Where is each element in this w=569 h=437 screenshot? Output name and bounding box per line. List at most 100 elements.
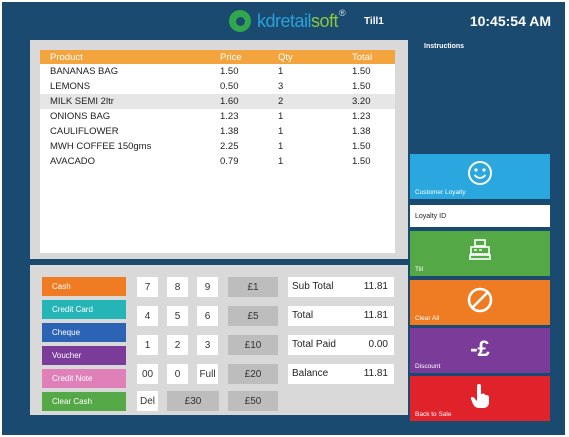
total-value: 11.81 [363, 310, 388, 321]
logo: kdretailsoft ® [229, 8, 346, 32]
clear-cash-button[interactable]: Clear Cash [42, 392, 126, 411]
key-1[interactable]: 1 [137, 335, 158, 355]
till-name: Till1 [364, 16, 384, 27]
minus-pound-icon: -£ [470, 336, 490, 361]
row-price: 1.60 [220, 94, 278, 109]
no-entry-icon [467, 287, 493, 313]
row-product: CAULIFLOWER [50, 126, 119, 137]
hand-pointer-icon [470, 384, 489, 408]
subtotal-label: Sub Total [292, 281, 334, 292]
row-product: AVACADO [50, 156, 96, 167]
receipt-row[interactable]: MWH COFFEE 150gms 2.25 1 1.50 [40, 139, 395, 154]
row-total: 3.20 [352, 94, 395, 109]
key-6[interactable]: 6 [197, 306, 218, 326]
col-product: Product [40, 50, 220, 64]
key-8[interactable]: 8 [167, 277, 188, 297]
key-00[interactable]: 00 [137, 364, 158, 384]
credit-note-button[interactable]: Credit Note [42, 369, 126, 388]
till-button[interactable]: Till [410, 231, 550, 276]
row-total: 1.50 [352, 156, 371, 167]
receipt-row[interactable]: BANANAS BAG 1.50 1 1.50 [40, 64, 395, 79]
row-product: LEMONS [50, 81, 91, 92]
row-product: MILK SEMI 2ltr [40, 94, 220, 109]
clock: 10:45:54 AM [469, 13, 551, 29]
col-qty: Qty [278, 50, 352, 64]
cash-button[interactable]: Cash [42, 277, 126, 296]
receipt-row[interactable]: CAULIFLOWER 1.38 1 1.38 [40, 124, 395, 139]
total-paid-value: 0.00 [368, 339, 388, 350]
logo-text: kdretailsoft [257, 10, 339, 31]
note-5-button[interactable]: £5 [228, 306, 278, 326]
key-3[interactable]: 3 [197, 335, 218, 355]
note-20-button[interactable]: £20 [228, 364, 278, 384]
clear-all-label: Clear All [415, 315, 440, 322]
receipt-header: Product Price Qty Total [40, 50, 395, 64]
row-qty: 1 [278, 156, 284, 167]
row-product: MWH COFFEE 150gms [50, 141, 152, 152]
key-del[interactable]: Del [137, 391, 158, 411]
row-qty: 1 [278, 111, 284, 122]
key-7[interactable]: 7 [137, 277, 158, 297]
receipt-row[interactable]: LEMONS 0.50 3 1.50 [40, 79, 395, 94]
key-0[interactable]: 0 [167, 364, 188, 384]
discount-button[interactable]: -£ Discount [410, 328, 550, 373]
back-to-sale-label: Back to Sale [415, 411, 452, 418]
balance-value: 11.81 [363, 368, 388, 379]
pos-window: kdretailsoft ® Till1 10:45:54 AM Product… [2, 2, 565, 435]
row-qty: 1 [278, 141, 284, 152]
key-5[interactable]: 5 [167, 306, 188, 326]
balance-row: Balance 11.81 [288, 364, 394, 384]
row-total: 1.23 [352, 111, 371, 122]
total-paid-label: Total Paid [292, 339, 336, 350]
note-10-button[interactable]: £10 [228, 335, 278, 355]
registered-mark: ® [339, 8, 346, 18]
row-qty: 2 [278, 94, 352, 109]
key-2[interactable]: 2 [167, 335, 188, 355]
row-product: ONIONS BAG [50, 111, 111, 122]
receipt-row[interactable]: ONIONS BAG 1.23 1 1.23 [40, 109, 395, 124]
key-9[interactable]: 9 [197, 277, 218, 297]
row-total: 1.50 [352, 81, 371, 92]
total-label: Total [292, 310, 314, 321]
total-paid-row: Total Paid 0.00 [288, 335, 394, 355]
instructions-label: Instructions [424, 43, 465, 50]
credit-card-button[interactable]: Credit Card [42, 300, 126, 319]
subtotal-value: 11.81 [363, 281, 388, 292]
key-full[interactable]: Full [197, 364, 218, 384]
row-total: 1.50 [352, 66, 371, 77]
note-30-button[interactable]: £30 [167, 391, 219, 411]
receipt-row-selected[interactable]: MILK SEMI 2ltr 1.60 2 3.20 [40, 94, 395, 109]
payment-panel: Cash Credit Card Cheque Voucher Credit N… [30, 265, 408, 415]
note-1-button[interactable]: £1 [228, 277, 278, 297]
back-to-sale-button[interactable]: Back to Sale [410, 376, 550, 421]
receipt-row[interactable]: AVACADO 0.79 1 1.50 [40, 154, 395, 169]
row-total: 1.38 [352, 126, 371, 137]
till-label: Till [415, 266, 424, 273]
key-4[interactable]: 4 [137, 306, 158, 326]
clear-all-button[interactable]: Clear All [410, 280, 550, 325]
balance-label: Balance [292, 368, 329, 379]
row-price: 2.25 [220, 141, 239, 152]
row-total: 1.50 [352, 141, 371, 152]
row-price: 0.79 [220, 156, 239, 167]
col-total: Total [352, 50, 395, 64]
row-product: BANANAS BAG [50, 66, 119, 77]
customer-loyalty-button[interactable]: Customer Loyalty [410, 154, 550, 199]
cheque-button[interactable]: Cheque [42, 323, 126, 342]
receipt-table: Product Price Qty Total BANANAS BAG 1.50… [40, 50, 395, 169]
receipt-list[interactable]: Product Price Qty Total BANANAS BAG 1.50… [40, 50, 395, 253]
cash-register-icon [469, 239, 491, 260]
col-price: Price [220, 50, 278, 64]
row-price: 1.23 [220, 111, 239, 122]
smiley-icon [468, 161, 492, 185]
row-price: 0.50 [220, 81, 239, 92]
row-price: 1.50 [220, 66, 239, 77]
customer-loyalty-label: Customer Loyalty [415, 189, 466, 196]
loyalty-id-field[interactable]: Loyalty ID [410, 205, 550, 227]
subtotal-row: Sub Total 11.81 [288, 277, 394, 297]
logo-mark [229, 10, 251, 32]
receipt-panel: Product Price Qty Total BANANAS BAG 1.50… [30, 40, 408, 259]
note-50-button[interactable]: £50 [228, 391, 278, 411]
discount-label: Discount [415, 363, 441, 370]
voucher-button[interactable]: Voucher [42, 346, 126, 365]
